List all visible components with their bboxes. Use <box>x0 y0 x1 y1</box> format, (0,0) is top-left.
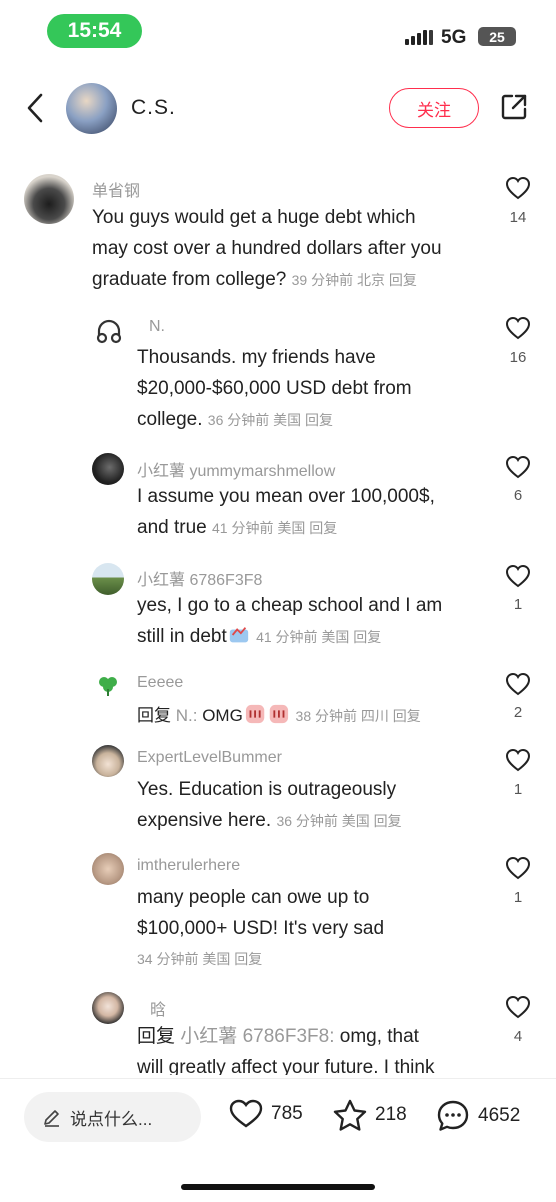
heart-icon[interactable] <box>505 856 531 880</box>
commenter-name[interactable]: 晗 <box>150 996 166 1020</box>
like-count: 6 <box>513 487 523 504</box>
emoji-icon <box>245 704 288 724</box>
status-time: 15:54 <box>47 14 142 48</box>
heart-icon[interactable] <box>505 316 531 340</box>
star-stat[interactable]: 218 <box>333 1099 407 1131</box>
commenter-avatar[interactable] <box>92 992 124 1024</box>
battery-icon: 25 <box>478 27 516 46</box>
like-count: 14 <box>509 209 527 226</box>
heart-icon[interactable] <box>229 1099 263 1129</box>
back-icon[interactable] <box>24 92 48 124</box>
like-stat[interactable]: 785 <box>229 1099 303 1129</box>
like-count: 1 <box>513 781 523 798</box>
comment-total: 4652 <box>478 1105 521 1126</box>
comment-item: Eeeee 回复 N.: OMG 38 分钟前 四川 回复 2 <box>0 670 556 738</box>
commenter-name[interactable]: 单省钢 <box>92 177 140 201</box>
heart-icon[interactable] <box>505 455 531 479</box>
commenter-name[interactable]: N. <box>149 318 165 336</box>
comment-bubble-icon[interactable] <box>436 1099 470 1133</box>
commenter-name[interactable]: ExpertLevelBummer <box>137 749 282 767</box>
comment-list: 单省钢 You guys would get a huge debt which… <box>0 160 556 1075</box>
author-name[interactable]: C.S. <box>131 96 176 120</box>
bottom-action-bar: 说点什么... 785 218 4652 <box>0 1078 556 1158</box>
commenter-name[interactable]: 小红薯 6786F3F8 <box>137 566 262 590</box>
comment-item: 小红薯 yummymarshmellow I assume you mean o… <box>0 450 556 550</box>
like-count: 1 <box>513 889 523 906</box>
comment-text[interactable]: yes, I go to a cheap school and I am sti… <box>137 590 497 653</box>
pencil-icon <box>44 1110 59 1127</box>
commenter-avatar[interactable] <box>92 563 124 595</box>
comment-item: imtherulerhere many people can owe up to… <box>0 853 556 978</box>
commenter-avatar[interactable] <box>92 453 124 485</box>
comment-meta: 36 分钟前 美国 回复 <box>276 813 402 829</box>
commenter-name[interactable]: 小红薯 yummymarshmellow <box>137 457 335 481</box>
star-icon[interactable] <box>333 1099 367 1131</box>
like-total: 785 <box>271 1103 303 1124</box>
comment-meta: 39 分钟前 北京 回复 <box>291 272 417 288</box>
comment-meta: 34 分钟前 美国 回复 <box>137 951 263 967</box>
commenter-name[interactable]: Eeeee <box>137 674 183 692</box>
author-avatar[interactable] <box>66 83 117 134</box>
like-count: 1 <box>513 596 523 613</box>
heart-icon[interactable] <box>505 672 531 696</box>
comment-text[interactable]: many people can owe up to $100,000+ USD!… <box>137 882 497 975</box>
comment-text[interactable]: 回复 N.: OMG 38 分钟前 四川 回复 <box>137 700 497 732</box>
comment-meta: 41 分钟前 美国 回复 <box>256 629 382 645</box>
like-count: 4 <box>513 1028 523 1045</box>
commenter-avatar[interactable] <box>92 745 124 777</box>
comment-text[interactable]: I assume you mean over 100,000$, and tru… <box>137 481 497 544</box>
comment-stat[interactable]: 4652 <box>436 1099 520 1133</box>
follow-button[interactable]: 关注 <box>389 88 479 128</box>
comment-input-placeholder: 说点什么... <box>70 1109 153 1129</box>
comment-item: 单省钢 You guys would get a huge debt which… <box>0 160 556 300</box>
like-count: 2 <box>513 704 523 721</box>
like-count: 16 <box>509 349 527 366</box>
home-indicator <box>181 1184 375 1190</box>
commenter-name[interactable]: imtherulerhere <box>137 857 240 875</box>
comment-meta: 36 分钟前 美国 回复 <box>207 412 334 428</box>
comment-item: 晗 回复 小红薯 6786F3F8: omg, that will greatl… <box>0 992 556 1075</box>
comment-input[interactable]: 说点什么... <box>24 1092 201 1142</box>
heart-icon[interactable] <box>505 176 531 200</box>
star-total: 218 <box>375 1104 407 1125</box>
comment-meta: 38 分钟前 四川 回复 <box>295 708 421 724</box>
clover-avatar-icon[interactable] <box>96 673 120 697</box>
network-type: 5G <box>441 27 467 48</box>
commenter-avatar[interactable] <box>92 853 124 885</box>
signal-icon <box>405 29 433 45</box>
comment-text[interactable]: Thousands. my friends have $20,000-$60,0… <box>137 342 497 436</box>
comment-item: ExpertLevelBummer Yes. Education is outr… <box>0 745 556 845</box>
status-bar: 15:54 5G 25 <box>0 0 556 62</box>
heart-icon[interactable] <box>505 564 531 588</box>
share-icon[interactable] <box>499 92 529 122</box>
header: C.S. 关注 <box>0 70 556 146</box>
crying-emoji-icon <box>229 627 248 643</box>
comment-item: N. Thousands. my friends have $20,000-$6… <box>0 310 556 440</box>
comment-meta: 41 分钟前 美国 回复 <box>212 520 338 536</box>
comment-text[interactable]: You guys would get a huge debt which may… <box>92 202 492 296</box>
commenter-avatar[interactable] <box>24 174 74 224</box>
heart-icon[interactable] <box>505 995 531 1019</box>
comment-text[interactable]: 回复 小红薯 6786F3F8: omg, that will greatly … <box>137 1021 507 1075</box>
comment-item: 小红薯 6786F3F8 yes, I go to a cheap school… <box>0 560 556 660</box>
comment-text[interactable]: Yes. Education is outrageously expensive… <box>137 774 497 837</box>
heart-icon[interactable] <box>505 748 531 772</box>
headphones-avatar-icon[interactable] <box>94 316 124 346</box>
